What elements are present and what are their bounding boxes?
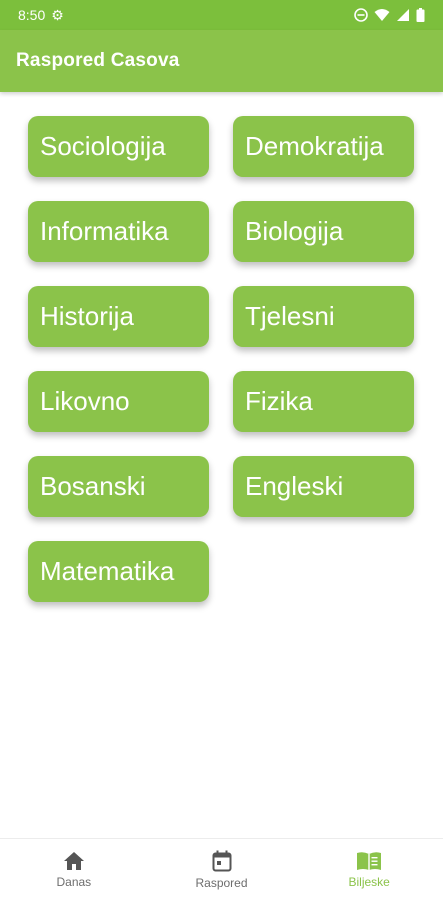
- subject-button-engleski[interactable]: Engleski: [233, 456, 414, 517]
- subject-button-matematika[interactable]: Matematika: [28, 541, 209, 602]
- nav-label-raspored: Raspored: [195, 875, 248, 890]
- bottom-navigation: Danas Raspored Biljeske: [0, 838, 443, 900]
- nav-item-raspored[interactable]: Raspored: [148, 839, 296, 900]
- subject-button-likovno[interactable]: Likovno: [28, 371, 209, 432]
- status-time: 8:50: [18, 7, 46, 23]
- app-title: Raspored Casova: [16, 50, 180, 71]
- status-icons: [354, 8, 425, 22]
- subject-button-bosanski[interactable]: Bosanski: [28, 456, 209, 517]
- app-bar: Raspored Casova: [0, 30, 443, 92]
- subject-button-biologija[interactable]: Biologija: [233, 201, 414, 262]
- home-icon: [63, 851, 85, 871]
- nav-label-danas: Danas: [56, 874, 92, 889]
- subject-button-informatika[interactable]: Informatika: [28, 201, 209, 262]
- subject-button-demokratija[interactable]: Demokratija: [233, 116, 414, 177]
- nav-item-biljeske[interactable]: Biljeske: [295, 839, 443, 900]
- gear-icon: ⚙: [51, 6, 64, 23]
- subject-grid: Sociologija Demokratija Informatika Biol…: [28, 116, 414, 602]
- subject-button-historija[interactable]: Historija: [28, 286, 209, 347]
- subject-button-sociologija[interactable]: Sociologija: [28, 116, 209, 177]
- nav-label-biljeske: Biljeske: [348, 874, 390, 889]
- status-bar: 8:50 ⚙: [0, 0, 443, 30]
- subject-button-tjelesni[interactable]: Tjelesni: [233, 286, 414, 347]
- battery-icon: [416, 8, 425, 22]
- signal-icon: [396, 8, 410, 22]
- calendar-icon: [212, 850, 232, 872]
- wifi-icon: [374, 8, 390, 22]
- nav-item-danas[interactable]: Danas: [0, 839, 148, 900]
- subject-button-fizika[interactable]: Fizika: [233, 371, 414, 432]
- book-icon: [356, 851, 382, 871]
- do-not-disturb-icon: [354, 8, 368, 22]
